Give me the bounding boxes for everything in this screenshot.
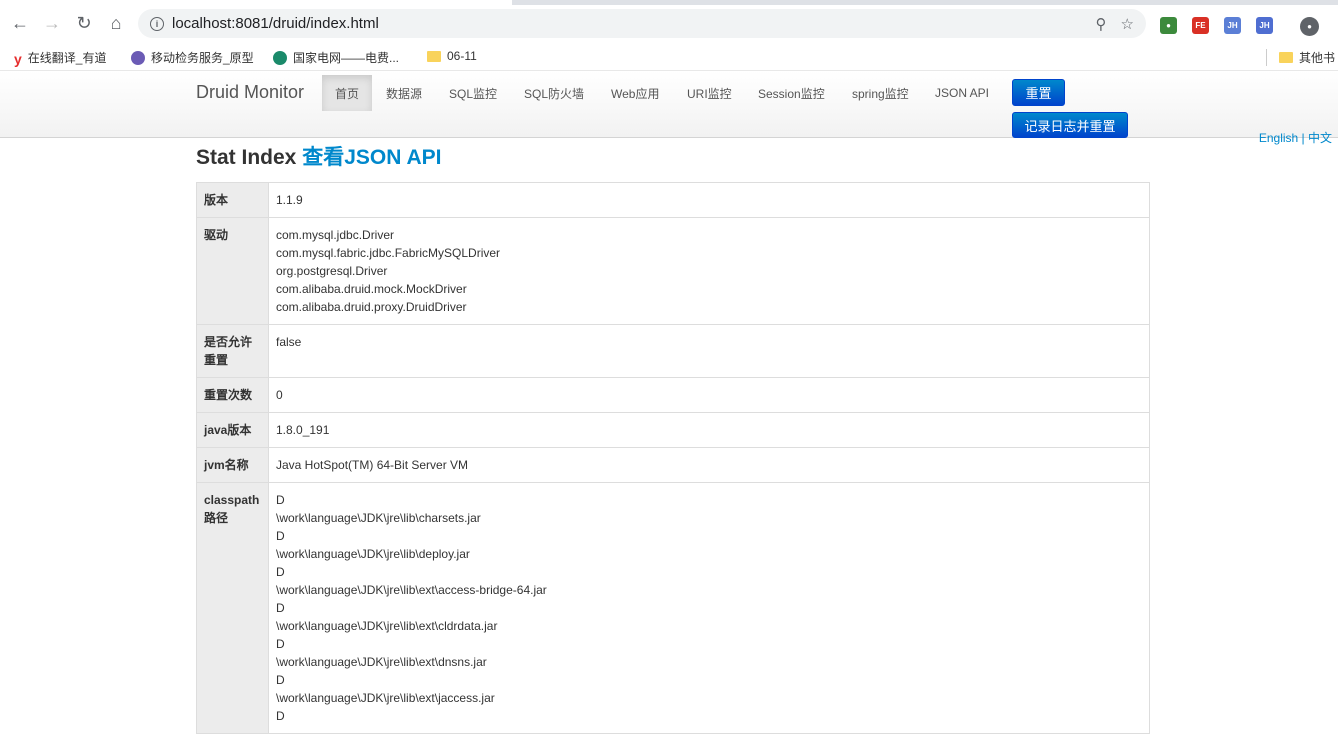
stat-value-line: 1.1.9 — [276, 193, 303, 207]
table-row: 版本 1.1.9 — [197, 183, 1149, 217]
stat-value-line: D — [276, 493, 285, 507]
log-and-reset-button[interactable]: 记录日志并重置 — [1012, 112, 1128, 138]
table-row: 驱动 com.mysql.jdbc.Driver com.mysql.fabric.… — [197, 217, 1149, 324]
stat-key: 是否允许重置 — [197, 324, 269, 377]
stat-key: 驱动 — [197, 217, 269, 324]
stat-value-line: D — [276, 565, 285, 579]
stat-value: D \work\language\JDK\jre\lib\charsets.jar… — [269, 482, 1149, 733]
stat-value-line: org.postgresql.Driver — [276, 264, 388, 278]
nav-datasource[interactable]: 数据源 — [386, 75, 422, 111]
bookmarks-bar: y 在线翻译_有道 移动检务服务_原型 国家电网——电费... 06-11 其他书 — [0, 42, 1338, 71]
stat-value-line: com.alibaba.druid.proxy.DruidDriver — [276, 300, 467, 314]
nav-uri-monitor[interactable]: URI监控 — [687, 75, 732, 111]
stat-value-line: D — [276, 529, 285, 543]
nav-sql-monitor[interactable]: SQL监控 — [449, 75, 497, 111]
nav-home[interactable]: 首页 — [322, 75, 373, 111]
url-text[interactable]: localhost:8081/druid/index.html — [172, 15, 379, 32]
stat-key: jvm名称 — [197, 447, 269, 482]
stat-value-line: \work\language\JDK\jre\lib\ext\jaccess.j… — [276, 691, 495, 705]
stat-key: 重置次数 — [197, 377, 269, 412]
bookmark-prototype[interactable]: 移动检务服务_原型 — [131, 49, 254, 66]
jh-extension-icon-2[interactable]: JH — [1256, 17, 1273, 34]
reload-icon[interactable]: ↻ — [70, 9, 98, 37]
nav-json-api[interactable]: JSON API — [935, 75, 989, 111]
stat-value: 1.8.0_191 — [269, 412, 1149, 447]
stat-key: 版本 — [197, 183, 269, 217]
stat-value-line: \work\language\JDK\jre\lib\ext\cldrdata.… — [276, 619, 498, 633]
nav-sql-firewall[interactable]: SQL防火墙 — [524, 75, 584, 111]
page-title: Stat Index 查看JSON API — [196, 146, 442, 169]
bookmark-state-grid[interactable]: 国家电网——电费... — [273, 49, 399, 66]
stat-key: classpath路径 — [197, 482, 269, 733]
stat-value-line: 1.8.0_191 — [276, 423, 330, 437]
profile-icon[interactable]: ● — [1300, 17, 1319, 36]
jh-extension-icon[interactable]: JH — [1224, 17, 1241, 34]
json-api-link[interactable]: 查看JSON API — [302, 146, 441, 169]
stat-key: java版本 — [197, 412, 269, 447]
table-row: 是否允许重置 false — [197, 324, 1149, 377]
stat-value-line: D — [276, 601, 285, 615]
address-bar[interactable]: i localhost:8081/druid/index.html ⚲ ☆ — [138, 9, 1146, 38]
forward-icon[interactable]: → — [38, 9, 66, 37]
fe-extension-icon[interactable]: FE — [1192, 17, 1209, 34]
stat-value: com.mysql.jdbc.Driver com.mysql.fabric.jd… — [269, 217, 1149, 324]
stat-value-line: com.alibaba.druid.mock.MockDriver — [276, 282, 467, 296]
nav-session-monitor[interactable]: Session监控 — [758, 75, 825, 111]
stat-table: 版本 1.1.9 驱动 com.mysql.jdbc.Driver com.mysql.… — [196, 182, 1150, 734]
stat-value-line: 0 — [276, 388, 283, 402]
other-bookmarks[interactable]: 其他书 — [1266, 49, 1335, 66]
stat-value: false — [269, 324, 1149, 377]
stat-value: 0 — [269, 377, 1149, 412]
stat-value-line: \work\language\JDK\jre\lib\deploy.jar — [276, 547, 470, 561]
table-row: jvm名称 Java HotSpot(TM) 64-Bit Server VM — [197, 447, 1149, 482]
stat-value-line: Java HotSpot(TM) 64-Bit Server VM — [276, 458, 469, 472]
table-row: classpath路径 D \work\language\JDK\jre\lib\c… — [197, 482, 1149, 733]
zoom-icon[interactable]: ⚲ — [1096, 15, 1107, 33]
reset-button[interactable]: 重置 — [1012, 79, 1065, 106]
state-grid-icon — [273, 50, 287, 65]
stat-value-line: com.mysql.jdbc.Driver — [276, 228, 395, 242]
bookmark-star-icon[interactable]: ☆ — [1121, 15, 1134, 33]
prototype-icon — [131, 50, 145, 65]
language-switch[interactable]: English | 中文 — [1259, 129, 1332, 146]
table-row: java版本 1.8.0_191 — [197, 412, 1149, 447]
stat-value-line: \work\language\JDK\jre\lib\ext\access-br… — [276, 583, 547, 597]
stat-value-line: com.mysql.fabric.jdbc.FabricMySQLDriver — [276, 246, 501, 260]
folder-icon — [1279, 52, 1293, 63]
brand[interactable]: Druid Monitor — [196, 82, 304, 103]
stat-value-line: D — [276, 673, 285, 687]
stat-value: Java HotSpot(TM) 64-Bit Server VM — [269, 447, 1149, 482]
site-info-icon[interactable]: i — [150, 16, 164, 31]
stat-value-line: \work\language\JDK\jre\lib\ext\dnsns.jar — [276, 655, 487, 669]
nav-web-app[interactable]: Web应用 — [611, 75, 659, 111]
bookmark-folder-0611[interactable]: 06-11 — [427, 49, 477, 63]
home-icon[interactable]: ⌂ — [102, 9, 130, 37]
stat-value-line: false — [276, 335, 302, 349]
stat-value-line: D — [276, 637, 285, 651]
nav-spring-monitor[interactable]: spring监控 — [852, 75, 909, 111]
bookmark-youdao[interactable]: y 在线翻译_有道 — [14, 49, 106, 67]
druid-navbar: Druid Monitor 首页 数据源 SQL监控 SQL防火墙 Web应用 … — [0, 71, 1338, 138]
browser-toolbar: ← → ↻ ⌂ i localhost:8081/druid/index.htm… — [0, 5, 1338, 42]
table-row: 重置次数 0 — [197, 377, 1149, 412]
stat-value-line: \work\language\JDK\jre\lib\charsets.jar — [276, 511, 481, 525]
extension-icon[interactable]: ● — [1160, 17, 1177, 34]
back-icon[interactable]: ← — [6, 9, 34, 37]
youdao-icon: y — [14, 50, 22, 67]
stat-value-line: D — [276, 709, 285, 723]
folder-icon — [427, 50, 441, 62]
stat-value: 1.1.9 — [269, 183, 1149, 217]
